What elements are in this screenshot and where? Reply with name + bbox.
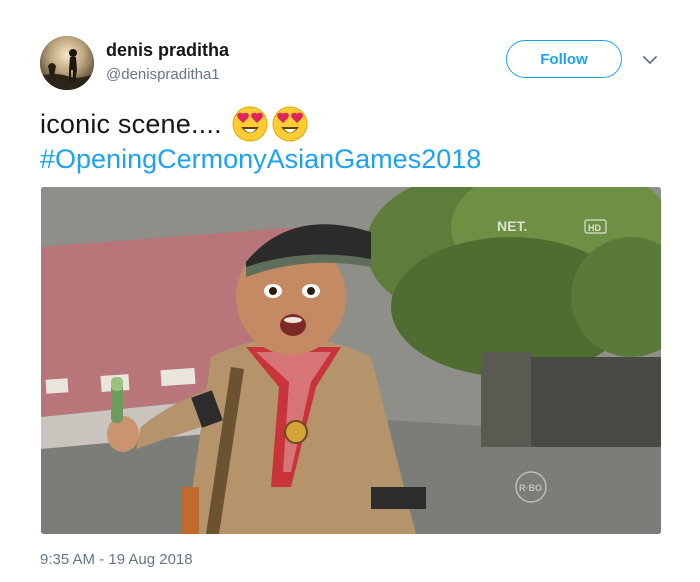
hd-badge: HD — [588, 223, 601, 233]
corner-mark: R·BO — [519, 483, 542, 493]
tweet-card: denis praditha @denispraditha1 Follow ic… — [0, 0, 700, 582]
chevron-down-icon[interactable] — [640, 52, 660, 68]
tweet-media-image[interactable]: NET. HD R·BO — [41, 187, 661, 534]
hashtag-link[interactable]: #OpeningCermonyAsianGames2018 — [40, 144, 481, 175]
follow-button[interactable]: Follow — [506, 40, 622, 78]
user-handle[interactable]: @denispraditha1 — [106, 66, 220, 83]
heart-eyes-emoji — [232, 106, 268, 142]
tweet-text-line: iconic scene.... — [40, 106, 308, 142]
heart-eyes-emoji — [272, 106, 308, 142]
video-still: NET. HD R·BO — [41, 187, 661, 534]
tweet-text: iconic scene.... — [40, 108, 222, 139]
display-name[interactable]: denis praditha — [106, 40, 229, 61]
tweet-timestamp[interactable]: 9:35 AM - 19 Aug 2018 — [40, 551, 193, 568]
avatar[interactable] — [40, 36, 94, 90]
profile-photo-silhouette — [40, 36, 94, 90]
tv-watermark: NET. — [497, 218, 527, 234]
